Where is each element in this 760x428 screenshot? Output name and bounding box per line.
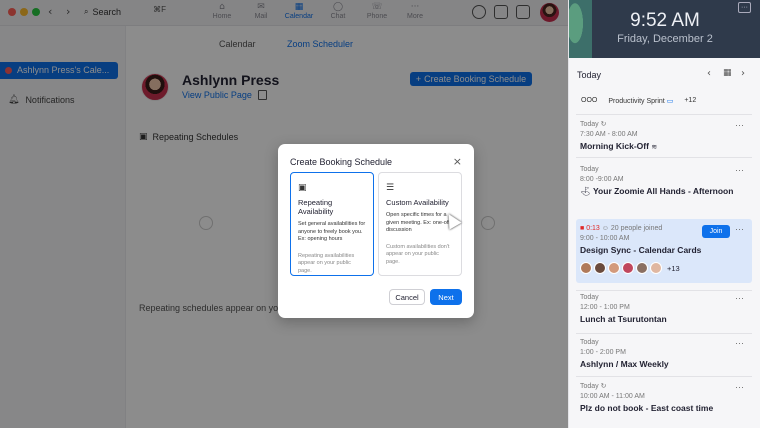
event-more-icon[interactable]: ··· bbox=[735, 382, 744, 392]
more-attendees-count: +13 bbox=[667, 263, 680, 273]
clock-time: 9:52 AM bbox=[630, 10, 700, 31]
event-time: 1:00 - 2:00 PM bbox=[580, 349, 626, 356]
join-button[interactable]: Join bbox=[702, 225, 730, 238]
divider bbox=[576, 333, 752, 334]
all-day-events: OOO Productivity Sprint ▭ +12 bbox=[581, 97, 696, 105]
all-day-item[interactable]: Productivity Sprint ▭ bbox=[608, 97, 673, 105]
sliders-icon: ☰ bbox=[386, 183, 395, 193]
recording-icon: ≋ bbox=[651, 144, 658, 151]
zoomie-icon: ⛳︎ bbox=[580, 186, 591, 196]
avatar bbox=[636, 262, 648, 274]
video-icon: ▭ bbox=[666, 98, 674, 105]
close-icon[interactable]: × bbox=[453, 155, 462, 168]
divider bbox=[576, 290, 752, 291]
event-when: Today bbox=[580, 294, 599, 301]
event-time: 12:00 - 1:00 PM bbox=[580, 304, 630, 311]
all-day-item[interactable]: OOO bbox=[581, 97, 597, 105]
calendar-repeat-icon: ▣ bbox=[298, 183, 307, 193]
event-title: Design Sync - Calendar Cards bbox=[580, 245, 702, 255]
avatar bbox=[622, 262, 634, 274]
chevron-left-icon[interactable]: ‹ bbox=[707, 68, 711, 79]
cancel-button[interactable]: Cancel bbox=[389, 289, 425, 305]
divider bbox=[576, 157, 752, 158]
event-card[interactable]: Today 12:00 - 1:00 PM Lunch at Tsurutont… bbox=[580, 293, 756, 324]
event-when: Today bbox=[580, 166, 599, 173]
attendee-avatars: +13 bbox=[580, 262, 680, 274]
option-note: Repeating availabilities appear on your … bbox=[298, 252, 355, 274]
more-icon[interactable]: ··· bbox=[738, 2, 751, 13]
event-when: Today bbox=[580, 121, 599, 128]
clock-widget: 9:52 AM Friday, December 2 ··· bbox=[569, 0, 760, 58]
create-booking-schedule-dialog: Create Booking Schedule × ▣ Repeating Av… bbox=[278, 144, 474, 318]
event-title: Ashlynn / Max Weekly bbox=[580, 359, 669, 369]
event-title: Plz do not book - East coast time bbox=[580, 403, 714, 413]
event-card[interactable]: Today 1:00 - 2:00 PM Ashlynn / Max Weekl… bbox=[580, 338, 756, 369]
event-title: Morning Kick-Off bbox=[580, 141, 649, 151]
calendar-icon[interactable]: ▦ bbox=[723, 68, 732, 78]
avatar bbox=[580, 262, 592, 274]
all-day-item-label: Productivity Sprint bbox=[608, 98, 665, 105]
chevron-right-icon[interactable]: › bbox=[741, 68, 745, 79]
divider bbox=[576, 114, 752, 115]
dialog-title: Create Booking Schedule bbox=[290, 157, 393, 167]
event-more-icon[interactable]: ··· bbox=[735, 338, 744, 348]
avatar bbox=[594, 262, 606, 274]
today-heading: Today bbox=[577, 70, 602, 80]
repeat-icon: ↻ bbox=[600, 121, 607, 128]
people-icon: ☺ bbox=[601, 225, 609, 232]
divider bbox=[576, 376, 752, 377]
option-description: Set general availabilities for anyone to… bbox=[298, 221, 366, 242]
event-card[interactable]: Today 8:00 -9:00 AM ⛳︎ Your Zoomie All H… bbox=[580, 165, 756, 197]
clock-date: Friday, December 2 bbox=[617, 33, 713, 45]
event-title: Your Zoomie All Hands - Afternoon bbox=[593, 186, 734, 196]
event-time: 10:00 AM - 11:00 AM bbox=[580, 393, 645, 400]
event-more-icon[interactable]: ··· bbox=[735, 224, 744, 234]
option-note: Custom availabilities don't appear on yo… bbox=[386, 243, 450, 265]
avatar bbox=[608, 262, 620, 274]
repeat-icon: ↻ bbox=[600, 383, 607, 390]
event-elapsed: 0:13 bbox=[586, 225, 600, 232]
event-when: Today bbox=[580, 383, 599, 390]
next-button[interactable]: Next bbox=[430, 289, 462, 305]
repeating-availability-option[interactable]: ▣ Repeating Availability Set general ava… bbox=[290, 172, 374, 276]
all-day-more[interactable]: +12 bbox=[684, 97, 696, 105]
avatar bbox=[650, 262, 662, 274]
event-title: Lunch at Tsurutontan bbox=[580, 314, 667, 324]
event-more-icon[interactable]: ··· bbox=[735, 293, 744, 303]
event-when: Today bbox=[580, 339, 599, 346]
event-time: 8:00 -9:00 AM bbox=[580, 176, 624, 183]
event-more-icon[interactable]: ··· bbox=[735, 165, 744, 175]
option-title: Custom Availability bbox=[386, 198, 449, 207]
live-icon: ■ bbox=[580, 225, 585, 232]
option-title: Repeating Availability bbox=[298, 198, 334, 216]
event-card[interactable]: Today ↻ 7:30 AM - 8:00 AM Morning Kick-O… bbox=[580, 120, 756, 151]
event-time: 7:30 AM - 8:00 AM bbox=[580, 131, 638, 138]
event-joined-count: 20 people joined bbox=[610, 225, 663, 232]
event-more-icon[interactable]: ··· bbox=[735, 120, 744, 130]
event-card[interactable]: Today ↻ 10:00 AM - 11:00 AM Plz do not b… bbox=[580, 382, 756, 413]
